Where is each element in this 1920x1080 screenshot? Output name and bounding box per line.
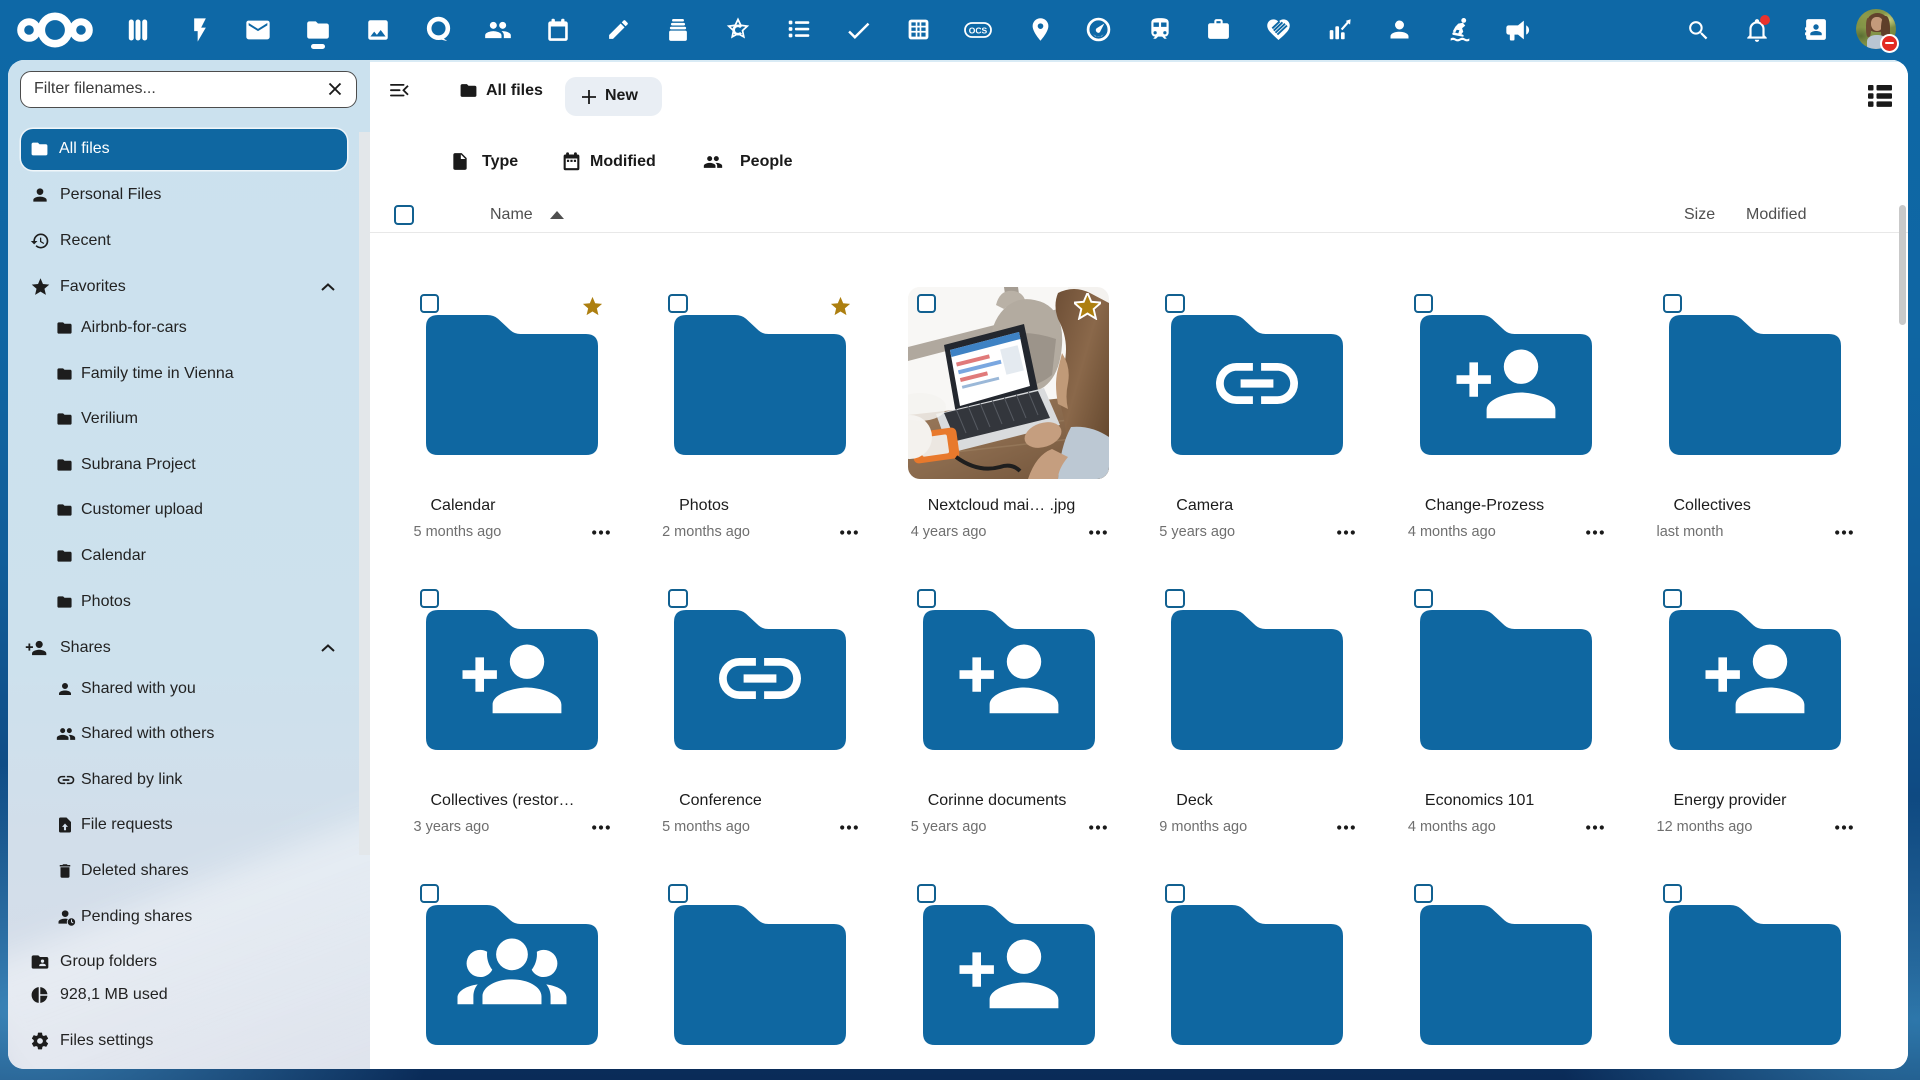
svg-text:OCS: OCS: [969, 26, 988, 36]
